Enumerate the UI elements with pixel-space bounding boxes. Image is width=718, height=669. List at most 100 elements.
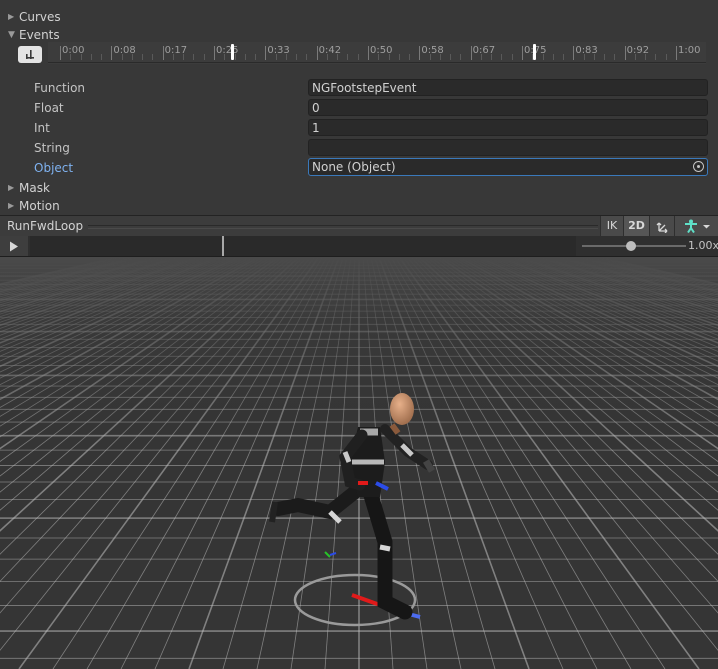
function-label: Function — [34, 81, 86, 95]
timeline-minor-tick — [80, 54, 82, 60]
event-marker[interactable] — [533, 44, 537, 60]
pivot-toggle-button[interactable] — [649, 216, 674, 236]
scrub-timeline[interactable] — [30, 236, 576, 256]
timeline-minor-tick — [563, 54, 565, 60]
curves-foldout[interactable]: ▶ Curves — [8, 8, 61, 26]
speed-value: 1.00x — [688, 239, 718, 252]
collapsed-arrow-icon: ▶ — [8, 201, 15, 210]
timeline-minor-tick — [429, 54, 431, 60]
2d-toggle-button[interactable]: 2D — [623, 216, 649, 236]
expanded-arrow-icon: ▼ — [8, 30, 15, 40]
playback-bar: 1.00x — [0, 236, 718, 257]
timeline-minor-tick — [203, 54, 205, 60]
timeline-minor-tick — [275, 54, 277, 60]
int-label: Int — [34, 121, 50, 135]
timeline-minor-tick — [460, 54, 462, 60]
timeline-tick — [624, 46, 626, 60]
timeline-minor-tick — [347, 54, 349, 60]
timeline-tick — [676, 46, 677, 60]
timeline-minor-tick — [183, 54, 185, 60]
timeline-minor-tick — [255, 54, 257, 60]
timeline-minor-tick — [552, 54, 554, 60]
timeline-minor-tick — [172, 54, 174, 60]
timeline-minor-tick — [583, 54, 585, 60]
float-field[interactable]: 0 — [308, 99, 708, 116]
event-timeline[interactable]: 0:000:080:170:250:330:420:500:580:670:75… — [48, 42, 706, 64]
character-head — [390, 393, 414, 425]
timeline-tick-label: 1:00 — [678, 45, 701, 56]
int-field[interactable]: 1 — [308, 119, 708, 136]
mask-foldout[interactable]: ▶ Mask — [8, 179, 50, 197]
timeline-minor-tick — [409, 54, 411, 60]
motion-label: Motion — [19, 199, 60, 213]
timeline-tick — [214, 46, 215, 60]
function-field[interactable]: NGFootstepEvent — [308, 79, 708, 96]
timeline-minor-tick — [378, 54, 380, 60]
preview-scene — [0, 257, 718, 669]
playhead[interactable] — [221, 236, 224, 256]
string-field[interactable] — [308, 139, 708, 156]
play-button[interactable] — [0, 236, 28, 256]
timeline-minor-tick — [131, 54, 133, 60]
timeline-minor-tick — [398, 54, 400, 60]
timeline-tick — [368, 46, 369, 60]
speed-slider-knob[interactable] — [626, 241, 636, 251]
string-label: String — [34, 141, 70, 155]
timeline-minor-tick — [665, 54, 667, 60]
timeline-minor-tick — [634, 54, 636, 60]
timeline-minor-tick — [614, 54, 616, 60]
object-label: Object — [34, 161, 74, 175]
timeline-minor-tick — [121, 54, 123, 60]
timeline-minor-tick — [285, 54, 287, 60]
ik-toggle-button[interactable]: IK — [600, 216, 623, 236]
mask-label: Mask — [19, 181, 50, 195]
timeline-minor-tick — [224, 54, 226, 60]
timeline-minor-tick — [604, 54, 606, 60]
object-picker-icon[interactable] — [693, 161, 704, 172]
timeline-baseline — [48, 62, 706, 63]
timeline-minor-tick — [645, 54, 647, 60]
add-event-icon — [26, 49, 34, 59]
timeline-minor-tick — [593, 54, 595, 60]
timeline-minor-tick — [542, 54, 544, 60]
timeline-tick — [162, 46, 164, 60]
object-field[interactable]: None (Object) — [308, 158, 708, 176]
timeline-tick — [419, 46, 421, 60]
preview-viewport[interactable] — [0, 257, 718, 669]
timeline-minor-tick — [491, 54, 493, 60]
curves-label: Curves — [19, 10, 61, 24]
timeline-tick — [60, 46, 61, 60]
pivot-icon — [656, 222, 668, 234]
timeline-tick — [316, 46, 318, 60]
timeline-minor-tick — [244, 54, 246, 60]
timeline-minor-tick — [450, 54, 452, 60]
preview-title: RunFwdLoop — [7, 219, 84, 233]
timeline-minor-tick — [90, 54, 92, 60]
timeline-minor-tick — [357, 54, 359, 60]
motion-foldout[interactable]: ▶ Motion — [8, 197, 60, 215]
timeline-minor-tick — [326, 54, 328, 60]
collapsed-arrow-icon: ▶ — [8, 12, 15, 21]
timeline-tick — [522, 46, 523, 60]
timeline-minor-tick — [655, 54, 657, 60]
timeline-minor-tick — [234, 54, 236, 60]
timeline-minor-tick — [101, 54, 103, 60]
play-icon — [10, 241, 18, 251]
timeline-minor-tick — [337, 54, 339, 60]
timeline-minor-tick — [501, 54, 503, 60]
collapsed-arrow-icon: ▶ — [8, 183, 15, 192]
avatar-dropdown-button[interactable] — [674, 216, 718, 236]
preview-drag-handle[interactable] — [88, 225, 598, 229]
timeline-tick — [265, 46, 267, 60]
add-event-button[interactable] — [18, 46, 42, 63]
timeline-minor-tick — [439, 54, 441, 60]
timeline-minor-tick — [480, 54, 482, 60]
preview-header: RunFwdLoop IK 2D — [0, 215, 718, 237]
timeline-minor-tick — [152, 54, 154, 60]
timeline-minor-tick — [388, 54, 390, 60]
timeline-minor-tick — [511, 54, 513, 60]
timeline-tick — [470, 46, 472, 60]
timeline-tick — [573, 46, 575, 60]
timeline-minor-tick — [70, 54, 72, 60]
timeline-tick — [111, 46, 113, 60]
